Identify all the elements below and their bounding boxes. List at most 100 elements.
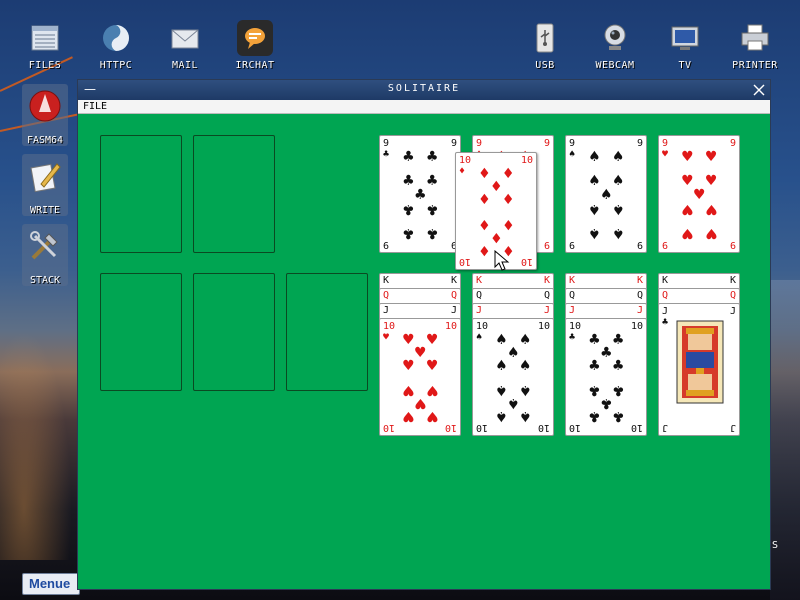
- foundation-card[interactable]: 9 ♣ 9 9 9 ♣ ♣ ♣ ♣ ♣ ♣ ♣ ♣ ♣: [379, 135, 461, 253]
- card-pip: ♥: [704, 201, 718, 218]
- desktop-icon-webcam[interactable]: WEBCAM: [585, 20, 645, 71]
- card-pip: ♦: [478, 166, 491, 183]
- card-pip: ♣: [588, 381, 601, 398]
- card-pip: ♥: [704, 224, 718, 241]
- desktop-icon-label: USB: [535, 60, 555, 71]
- card-rank-top: J: [476, 305, 483, 316]
- empty-slot[interactable]: [100, 273, 182, 391]
- card-rank-top: 9: [383, 138, 390, 149]
- card-rank-top: Q: [476, 290, 483, 301]
- desktop-icon-tv[interactable]: TV: [655, 20, 715, 71]
- mail-icon: [167, 20, 203, 56]
- card-pip: ♣: [588, 358, 601, 375]
- desktop-icon-irchat[interactable]: IRCHAT: [225, 20, 285, 71]
- card-pip: ♥: [681, 201, 694, 218]
- menue-button[interactable]: Menue: [22, 573, 80, 595]
- desktop-icon-label: MAIL: [171, 60, 199, 71]
- card-pip: ♠: [600, 187, 613, 203]
- desktop-icon-write[interactable]: WRITE: [22, 154, 68, 216]
- usb-icon: [527, 20, 563, 56]
- card-rank-top-right: 9: [636, 138, 643, 149]
- close-icon: [753, 84, 765, 96]
- foundation-card[interactable]: 9 ♥ 9 9 9 ♥ ♥ ♥ ♥ ♥ ♥ ♥ ♥ ♥: [658, 135, 740, 253]
- empty-slot[interactable]: [100, 135, 182, 253]
- card-suit-top: ♣: [662, 317, 669, 328]
- card-rank-bottom: 9: [729, 239, 736, 250]
- card-rank-top-right: J: [636, 305, 643, 316]
- card-pip: ♥: [425, 381, 439, 398]
- card-pip: ♠: [611, 172, 625, 189]
- tableau-card[interactable]: 10 ♣ 10 10 10 ♣ ♣ ♣ ♣ ♣ ♣ ♣ ♣ ♣ ♣: [565, 318, 647, 436]
- desktop-icon-label: FASM64: [26, 135, 64, 146]
- card-pip: ♠: [588, 224, 601, 241]
- card-pip: ♣: [611, 358, 625, 375]
- card-pip: ♣: [425, 224, 439, 241]
- card-pip: ♣: [402, 172, 415, 189]
- card-pip: ♠: [611, 201, 625, 218]
- tableau-card[interactable]: 10 ♥ 10 10 10 ♥ ♥ ♥ ♥ ♥ ♥ ♥ ♥ ♥ ♥: [379, 318, 461, 436]
- card-rank-top-right: Q: [543, 290, 550, 301]
- card-rank-top: K: [569, 275, 576, 286]
- card-pip: ♦: [490, 178, 503, 195]
- card-pip: ♣: [600, 344, 613, 361]
- desktop-icon-stack[interactable]: STACK: [22, 224, 68, 286]
- card-rank-top: Q: [662, 290, 669, 301]
- tableau-card[interactable]: 10 ♠ 10 10 10 ♠ ♠ ♠ ♠ ♠ ♠ ♠ ♠ ♠ ♠: [472, 318, 554, 436]
- card-pip: ♥: [402, 407, 415, 424]
- empty-slot[interactable]: [193, 135, 275, 253]
- desktop-icon-files[interactable]: FILES: [15, 20, 75, 71]
- card-rank-top: 9: [476, 138, 483, 149]
- card-pip: ♦: [478, 192, 491, 209]
- card-rank-bottom-left: 10: [476, 422, 489, 433]
- card-rank-top-right: 9: [543, 138, 550, 149]
- desktop-icon-httpc[interactable]: HTTPC: [86, 20, 146, 71]
- empty-slot[interactable]: [286, 273, 368, 391]
- desktop-icon-label: HTTPC: [99, 60, 133, 71]
- card-pip: ♦: [478, 215, 491, 232]
- desktop-icon-label: PRINTER: [732, 60, 778, 71]
- card-rank-bottom-left: 10: [459, 256, 472, 267]
- empty-slot[interactable]: [193, 273, 275, 391]
- card-rank-bottom-left: 10: [383, 422, 396, 433]
- httpc-icon: [98, 20, 134, 56]
- card-pip: ♥: [693, 187, 706, 203]
- card-pip: ♦: [490, 229, 503, 246]
- desktop-icon-printer[interactable]: PRINTER: [725, 20, 785, 71]
- card-rank-bottom-left: 9: [569, 239, 576, 250]
- card-pip: ♠: [495, 407, 508, 424]
- card-rank-bottom: 10: [537, 422, 550, 433]
- window-titlebar[interactable]: — SOLITAIRE: [78, 80, 770, 100]
- card-rank-bottom-left: 9: [383, 239, 390, 250]
- card-suit-top: ♥: [383, 332, 390, 343]
- card-pip: ♠: [495, 381, 508, 398]
- card-rank-top-right: J: [729, 306, 736, 317]
- card-pip: ♦: [501, 215, 515, 232]
- desktop-icon-usb[interactable]: USB: [515, 20, 575, 71]
- card-suit-top: ♥: [662, 149, 669, 160]
- card-pip: ♦: [478, 241, 491, 258]
- card-pip: ♠: [507, 395, 520, 412]
- foundation-card[interactable]: 9 ♠ 9 9 9 ♠ ♠ ♠ ♠ ♠ ♠ ♠ ♠ ♠: [565, 135, 647, 253]
- card-rank-bottom-left: J: [662, 422, 669, 433]
- card-pip: ♥: [425, 407, 439, 424]
- card-rank-top: J: [569, 305, 576, 316]
- card-suit-top: ♠: [569, 149, 576, 160]
- menu-file[interactable]: FILE: [83, 101, 107, 112]
- desktop-icon-fasm64[interactable]: FASM64: [22, 84, 68, 146]
- card-rank-top-right: Q: [450, 290, 457, 301]
- card-pip: ♠: [518, 358, 532, 375]
- card-pip: ♥: [681, 172, 694, 189]
- card-pip: ♣: [611, 407, 625, 424]
- card-rank-top-right: 10: [630, 321, 643, 332]
- close-button[interactable]: [752, 82, 766, 96]
- card-pip: ♠: [518, 381, 532, 398]
- webcam-icon: [597, 20, 633, 56]
- desktop-icon-mail[interactable]: MAIL: [155, 20, 215, 71]
- card-rank-top-right: 9: [450, 138, 457, 149]
- desktop-icon-label: FILES: [28, 60, 62, 71]
- window-title: SOLITAIRE: [387, 83, 461, 94]
- tableau-card[interactable]: J ♣ J J J: [658, 303, 740, 436]
- card-rank-top: J: [662, 306, 669, 317]
- card-rank-top: J: [383, 305, 390, 316]
- card-rank-bottom: 9: [543, 239, 550, 250]
